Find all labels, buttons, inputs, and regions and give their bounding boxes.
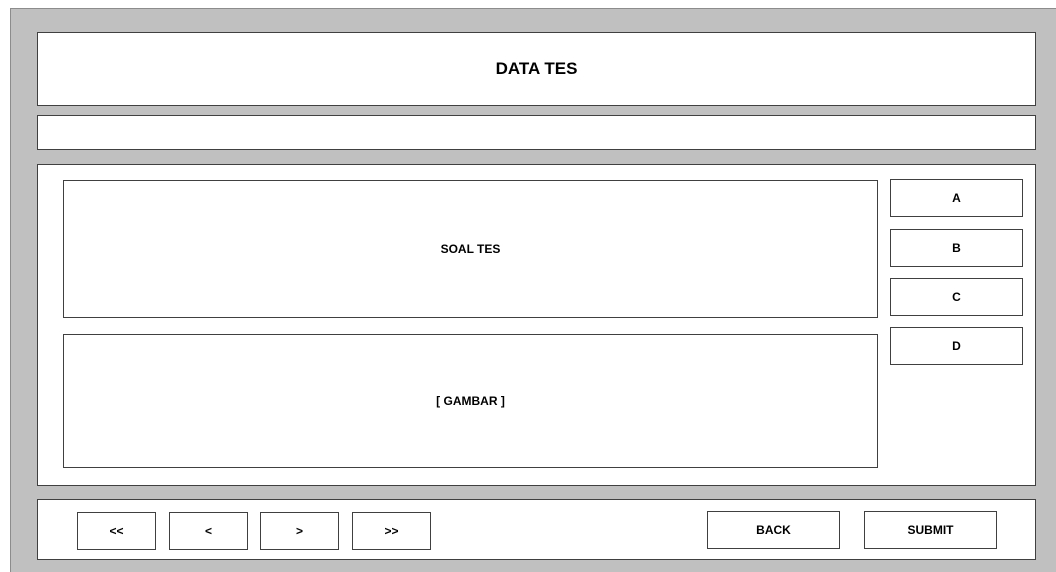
- option-a-button[interactable]: A: [890, 179, 1023, 217]
- previous-question-button[interactable]: <: [169, 512, 248, 550]
- question-image-placeholder: [ GAMBAR ]: [436, 394, 505, 408]
- option-d-button[interactable]: D: [890, 327, 1023, 365]
- question-box: SOAL TES: [63, 180, 878, 318]
- next-question-button[interactable]: >: [260, 512, 339, 550]
- option-c-button[interactable]: C: [890, 278, 1023, 316]
- option-b-button[interactable]: B: [890, 229, 1023, 267]
- submit-button[interactable]: SUBMIT: [864, 511, 997, 549]
- last-question-button[interactable]: >>: [352, 512, 431, 550]
- first-question-button[interactable]: <<: [77, 512, 156, 550]
- back-button[interactable]: BACK: [707, 511, 840, 549]
- header-panel: DATA TES: [37, 32, 1036, 106]
- info-bar: [37, 115, 1036, 150]
- question-image-box: [ GAMBAR ]: [63, 334, 878, 468]
- question-text: SOAL TES: [440, 242, 501, 256]
- page-title: DATA TES: [495, 59, 578, 78]
